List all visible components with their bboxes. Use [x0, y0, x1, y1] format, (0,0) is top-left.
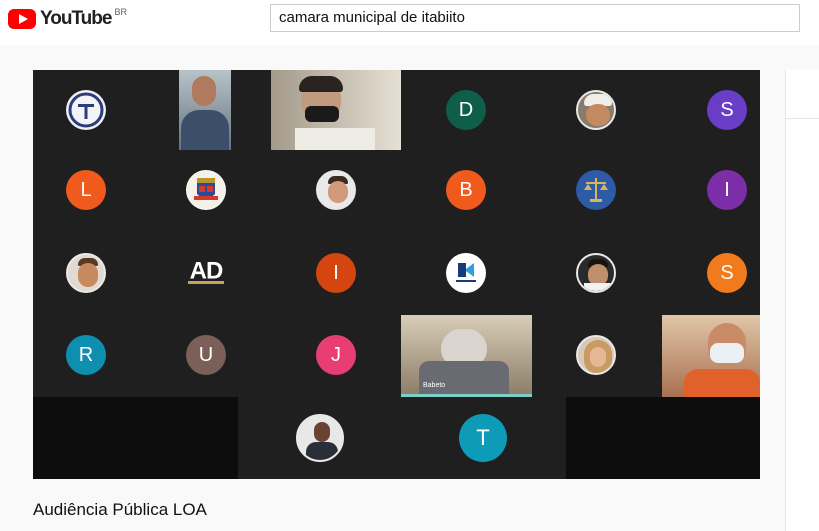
participant-tile: T	[430, 398, 536, 478]
avatar-photo	[576, 253, 616, 293]
participant-tile	[543, 315, 649, 395]
youtube-logo[interactable]: YouTube BR	[8, 7, 127, 30]
participant-tile	[543, 233, 649, 313]
company-logo-avatar	[446, 253, 486, 293]
avatar-photo	[576, 335, 616, 375]
participant-video	[662, 315, 760, 397]
ad-logo-bar	[188, 281, 224, 284]
participant-tile: I	[283, 233, 389, 313]
participant-tile: U	[153, 315, 259, 395]
emblem-icon	[67, 91, 105, 129]
participant-tile: AD	[153, 233, 259, 313]
avatar-s: S	[707, 253, 747, 293]
logo-text: YouTube	[40, 8, 112, 29]
top-bar: YouTube BR camara municipal de itabiito	[0, 0, 819, 45]
avatar-j: J	[316, 335, 356, 375]
avatar-photo	[316, 170, 356, 210]
empty-tile	[33, 397, 238, 479]
youtube-play-icon	[8, 9, 36, 29]
empty-tile	[566, 397, 760, 479]
company-logo-icon	[447, 254, 485, 292]
coat-of-arms-icon	[187, 171, 225, 209]
participant-tile	[413, 233, 519, 313]
search-input[interactable]: camara municipal de itabiito	[270, 4, 800, 32]
participant-video: Babeto	[401, 315, 532, 397]
participant-tile	[267, 398, 373, 478]
avatar-t: T	[459, 414, 507, 462]
participant-tile: D	[413, 70, 519, 150]
participant-tile: S	[674, 70, 760, 150]
participant-tile	[153, 150, 259, 230]
avatar-s: S	[707, 90, 747, 130]
avatar-photo	[576, 90, 616, 130]
avatar-u: U	[186, 335, 226, 375]
participant-tile	[283, 150, 389, 230]
avatar-photo	[296, 414, 344, 462]
participant-tile: B	[413, 150, 519, 230]
participant-video	[271, 70, 401, 150]
participant-tile	[543, 150, 649, 230]
coat-of-arms-avatar	[186, 170, 226, 210]
participant-tile	[33, 70, 139, 150]
participant-video	[179, 70, 231, 150]
participant-tile: I	[674, 150, 760, 230]
justice-avatar	[576, 170, 616, 210]
participant-tile: L	[33, 150, 139, 230]
participant-name-tag: Babeto	[423, 382, 446, 389]
side-panel	[785, 70, 819, 531]
participant-tile: J	[283, 315, 389, 395]
participant-tile: S	[674, 233, 760, 313]
avatar-i: I	[707, 170, 747, 210]
avatar-r: R	[66, 335, 106, 375]
emblem-avatar	[66, 90, 106, 130]
avatar-d: D	[446, 90, 486, 130]
video-player[interactable]: D S L B I AD I S R U J Babeto T	[33, 70, 760, 479]
avatar-i: I	[316, 253, 356, 293]
avatar-b: B	[446, 170, 486, 210]
side-panel-header	[786, 70, 819, 119]
country-code: BR	[114, 7, 127, 17]
avatar-l: L	[66, 170, 106, 210]
participant-tile	[33, 233, 139, 313]
avatar-photo	[66, 253, 106, 293]
video-title: Audiência Pública LOA	[33, 500, 207, 519]
participant-tile: R	[33, 315, 139, 395]
justice-scale-icon	[577, 171, 615, 209]
participant-tile	[543, 70, 649, 150]
